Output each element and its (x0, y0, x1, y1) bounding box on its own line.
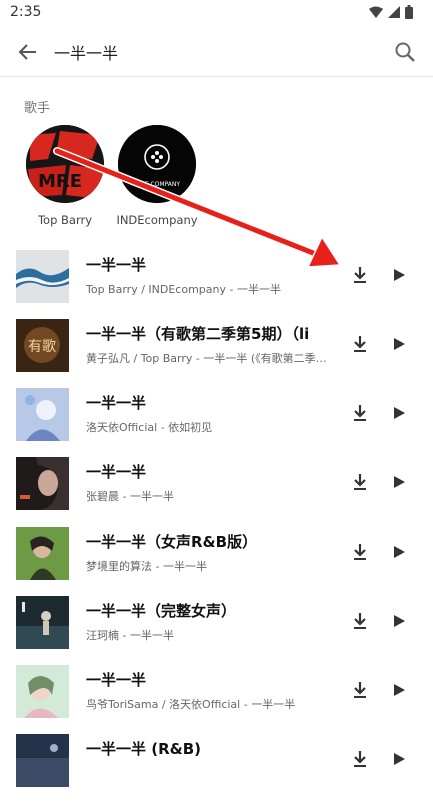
search-button[interactable] (391, 38, 419, 66)
download-button[interactable] (350, 471, 370, 493)
song-subtitle: 鸟爷ToriSama / 洛天依Official - 一半一半 (86, 698, 296, 711)
album-cover (16, 596, 69, 649)
download-button[interactable] (350, 264, 370, 286)
song-title: 一半一半 (R&B) (86, 740, 201, 758)
download-button[interactable] (350, 541, 370, 563)
back-button[interactable] (14, 38, 42, 66)
song-subtitle: 黄子弘凡 / Top Barry - 一半一半 (《有歌第二季… (86, 352, 327, 365)
artist-card[interactable]: INDE COMPANY INDEcompany (112, 125, 202, 227)
play-button[interactable] (389, 264, 409, 286)
header-divider (0, 76, 433, 77)
play-button[interactable] (389, 748, 409, 770)
download-button[interactable] (350, 748, 370, 770)
song-title: 一半一半 (86, 671, 147, 689)
play-icon (394, 753, 405, 765)
song-row[interactable]: 一半一半 Top Barry / INDEcompany - 一半一半 (0, 250, 433, 319)
play-icon (394, 269, 405, 281)
album-cover: 有歌 (16, 319, 69, 372)
artist-name: INDEcompany (116, 213, 198, 227)
play-icon (394, 407, 405, 419)
download-button[interactable] (350, 402, 370, 424)
play-button[interactable] (389, 610, 409, 632)
song-subtitle: Top Barry / INDEcompany - 一半一半 (86, 283, 281, 296)
download-icon (354, 405, 366, 421)
album-cover (16, 388, 69, 441)
back-arrow-icon (18, 44, 36, 60)
play-icon (394, 684, 405, 696)
play-button[interactable] (389, 541, 409, 563)
album-cover (16, 457, 69, 510)
song-subtitle: 汪珂楠 - 一半一半 (86, 629, 174, 642)
download-icon (354, 613, 366, 629)
song-row[interactable]: 一半一半 (R&B) (0, 734, 433, 803)
play-button[interactable] (389, 402, 409, 424)
download-icon (354, 474, 366, 490)
play-button[interactable] (389, 679, 409, 701)
song-row[interactable]: 一半一半 张碧晨 - 一半一半 (0, 457, 433, 526)
download-icon (354, 336, 366, 352)
song-subtitle: 洛天依Official - 依如初见 (86, 421, 213, 434)
play-icon (394, 338, 405, 350)
avatar-logo-text: MRE (38, 171, 82, 192)
wifi-icon (369, 6, 383, 18)
search-query[interactable]: 一半一半 (54, 40, 118, 64)
download-button[interactable] (350, 610, 370, 632)
song-title: 一半一半（有歌第二季第5期）（li (86, 325, 310, 343)
song-row[interactable]: 一半一半 鸟爷ToriSama / 洛天依Official - 一半一半 (0, 665, 433, 734)
play-button[interactable] (389, 471, 409, 493)
song-row[interactable]: 一半一半（女声R&B版） 梦境里的算法 - 一半一半 (0, 527, 433, 596)
section-title-artists: 歌手 (24, 101, 51, 116)
cover-text: 有歌 (28, 339, 56, 355)
song-subtitle: 梦境里的算法 - 一半一半 (86, 560, 207, 573)
album-cover (16, 527, 69, 580)
avatar: INDE COMPANY (118, 125, 196, 203)
avatar-art: MRE (26, 125, 104, 203)
song-row[interactable]: 有歌 一半一半（有歌第二季第5期）（li 黄子弘凡 / Top Barry - … (0, 319, 433, 388)
download-icon (354, 544, 366, 560)
avatar-art: INDE COMPANY (118, 125, 196, 203)
download-button[interactable] (350, 333, 370, 355)
artist-card[interactable]: MRE Top Barry (20, 125, 110, 227)
play-button[interactable] (389, 333, 409, 355)
song-title: 一半一半 (86, 256, 147, 274)
album-cover (16, 665, 69, 718)
album-cover (16, 250, 69, 303)
status-icons (369, 5, 413, 19)
battery-icon (405, 5, 413, 19)
download-button[interactable] (350, 679, 370, 701)
search-icon (395, 42, 415, 62)
album-cover (16, 734, 69, 787)
search-bar: 一半一半 (0, 26, 433, 76)
song-title: 一半一半 (86, 463, 147, 481)
download-icon (354, 751, 366, 767)
song-title: 一半一半 (86, 394, 147, 412)
avatar-logo-text: INDE COMPANY (134, 181, 180, 188)
song-row[interactable]: 一半一半 洛天依Official - 依如初见 (0, 388, 433, 457)
download-icon (354, 267, 366, 283)
download-icon (354, 682, 366, 698)
song-row[interactable]: 一半一半（完整女声） 汪珂楠 - 一半一半 (0, 596, 433, 665)
status-time: 2:35 (10, 4, 42, 20)
play-icon (394, 546, 405, 558)
song-subtitle: 张碧晨 - 一半一半 (86, 490, 174, 503)
artist-name: Top Barry (37, 213, 93, 227)
signal-icon (388, 6, 400, 18)
play-icon (394, 476, 405, 488)
play-icon (394, 615, 405, 627)
status-bar: 2:35 (0, 0, 433, 26)
song-title: 一半一半（完整女声） (86, 602, 237, 620)
song-title: 一半一半（女声R&B版） (86, 533, 258, 551)
avatar: MRE (26, 125, 104, 203)
